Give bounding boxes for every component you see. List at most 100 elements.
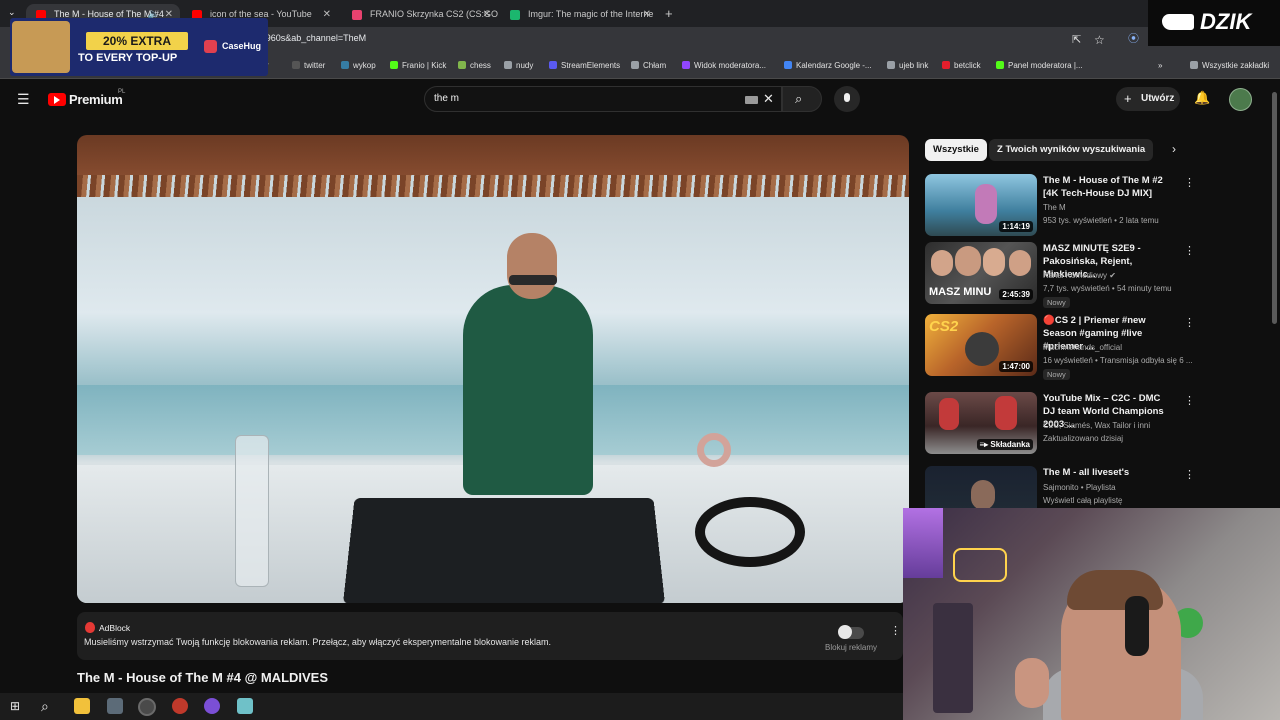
recommendation-item[interactable]: CS2 1:47:00 🔴CS 2 | Priemer #new Season … (925, 314, 1195, 380)
webcam-overlay (903, 508, 1280, 720)
video-title[interactable]: The M - all liveset's (1043, 466, 1175, 479)
taskbar-app-icon[interactable] (172, 698, 188, 714)
notepad-icon[interactable] (237, 698, 253, 714)
more-actions-icon[interactable]: ⋮ (1184, 316, 1195, 329)
bookmark-kalendarz[interactable]: Kalendarz Google -... (784, 61, 872, 70)
search-input[interactable] (424, 86, 782, 112)
bookmark-twitter[interactable]: twitter (292, 61, 325, 70)
plus-icon: + (1124, 91, 1132, 106)
video-thumbnail[interactable]: CS2 1:47:00 (925, 314, 1037, 376)
more-actions-icon[interactable]: ⋮ (1184, 394, 1195, 407)
bookmark-chlam[interactable]: Chłam (631, 61, 666, 70)
video-thumbnail[interactable]: 1:14:19 (925, 174, 1037, 236)
chrome-icon[interactable] (138, 698, 156, 716)
all-bookmarks-folder[interactable]: Wszystkie zakładki (1190, 61, 1269, 70)
bookmark-label: Chłam (643, 61, 667, 70)
taskbar-app-icon[interactable] (204, 698, 220, 714)
bookmark-panel-moderatora[interactable]: Panel moderatora |... (996, 61, 1083, 70)
url-field[interactable]: t=960s&ab_channel=TheM (258, 33, 366, 43)
playlist-icon: ≡▸ (979, 440, 991, 449)
scrollbar[interactable] (1272, 92, 1277, 324)
video-meta: 953 tys. wyświetleń • 2 lata temu (1043, 216, 1159, 225)
file-explorer-icon[interactable] (74, 698, 90, 714)
bookmark-star-icon[interactable]: ☆ (1094, 34, 1105, 46)
bookmark-ujeb-link[interactable]: ujeb link (887, 61, 928, 70)
channel-name[interactable]: Sajmonito • Playlista (1043, 483, 1116, 492)
video-frame-sunglasses (509, 275, 557, 285)
cam-neon-sign (953, 548, 1007, 582)
video-meta: 16 wyświetleń • Transmisja odbyła się 6 … (1043, 356, 1193, 365)
thumbnail-text: MASZ MINU (929, 286, 992, 298)
bookmark-label: betclick (954, 61, 981, 70)
bookmark-betclick[interactable]: betclick (942, 61, 981, 70)
close-tab-icon[interactable]: ✕ (643, 4, 651, 25)
video-thumbnail[interactable]: MASZ MINU 2:45:39 (925, 242, 1037, 304)
adblock-message: Musieliśmy wstrzymać Twoją funkcję bloko… (84, 637, 552, 647)
bookmark-label: Widok moderatora... (694, 61, 767, 70)
tab-imgur[interactable]: Imgur: The magic of the Interne ✕ (500, 4, 658, 27)
clear-search-icon[interactable]: ✕ (763, 92, 774, 105)
recommendation-item[interactable]: MASZ MINU 2:45:39 MASZ MINUTĘ S2E9 - Pak… (925, 242, 1195, 308)
thumbnail-figure (995, 396, 1017, 430)
bookmark-label: StreamElements (561, 61, 621, 70)
verified-check-icon: ✔ (1109, 271, 1116, 280)
play-triangle-icon (54, 96, 60, 104)
tab-franio-skrzynka[interactable]: FRANIO Skrzynka CS2 (CS:GO) ✕ (342, 4, 498, 27)
bookmark-widok-moderatora[interactable]: Widok moderatora... (682, 61, 766, 70)
video-duration: 2:45:39 (999, 289, 1033, 300)
menu-hamburger-icon[interactable]: ☰ (17, 92, 30, 106)
taskbar-app-icon[interactable] (107, 698, 123, 714)
bookmark-label: Franio | Kick (402, 61, 447, 70)
promo-chest-image (12, 21, 70, 73)
avatar[interactable] (1229, 88, 1252, 111)
more-actions-icon[interactable]: ⋮ (1184, 176, 1195, 189)
bookmark-kick[interactable]: Franio | Kick (390, 61, 446, 70)
channel-name[interactable]: C2C, Siamés, Wax Tailor i inni (1043, 421, 1150, 430)
mix-label-text: Składanka (990, 440, 1030, 449)
cam-headset (1125, 596, 1149, 656)
chip-from-search[interactable]: Z Twoich wyników wyszukiwania (989, 139, 1154, 161)
bookmark-wykop[interactable]: wykop (341, 61, 376, 70)
tab-search-icon[interactable]: ⌄ (8, 8, 16, 17)
adblock-hand-icon (85, 622, 95, 633)
recommendation-item[interactable]: 1:14:19 The M - House of The M #2 [4K Te… (925, 174, 1195, 238)
boar-icon (1162, 14, 1194, 30)
chevron-right-icon[interactable]: › (1172, 143, 1176, 155)
thumbnail-face (931, 250, 953, 276)
youtube-premium-logo[interactable]: Premium (69, 92, 123, 107)
new-tab-plus-icon[interactable]: + (665, 7, 673, 20)
taskbar-search-icon[interactable]: ⌕ (41, 699, 49, 713)
more-actions-icon[interactable]: ⋮ (1184, 468, 1195, 481)
channel-name[interactable]: The M (1043, 203, 1066, 212)
video-title: The M - House of The M #4 @ MALDIVES (77, 670, 329, 685)
recommendation-item[interactable]: ≡▸ Składanka YouTube Mix – C2C - DMC DJ … (925, 392, 1195, 456)
close-tab-icon[interactable]: ✕ (323, 4, 331, 25)
video-thumbnail[interactable]: ≡▸ Składanka (925, 392, 1037, 454)
bookmark-label: Panel moderatora |... (1008, 61, 1083, 70)
recommendation-item[interactable]: The M - all liveset's Sajmonito • Playli… (925, 466, 1195, 510)
windows-start-icon[interactable]: ⊞ (10, 700, 20, 712)
video-player[interactable] (77, 135, 909, 603)
extension-icon[interactable]: ⦿ (1128, 34, 1139, 45)
region-code: PL (118, 89, 126, 95)
bookmark-streamelements[interactable]: StreamElements (549, 61, 620, 70)
more-actions-icon[interactable]: ⋮ (1184, 244, 1195, 257)
close-tab-icon[interactable]: ✕ (483, 4, 491, 25)
video-title[interactable]: The M - House of The M #2 [4K Tech-House… (1043, 174, 1175, 200)
tab-title: Imgur: The magic of the Interne (528, 9, 654, 19)
bookmark-chess[interactable]: chess (458, 61, 491, 70)
video-meta: 7,7 tys. wyświetleń • 54 minuty temu (1043, 284, 1172, 293)
bookmark-nudy[interactable]: nudy (504, 61, 533, 70)
view-playlist-link[interactable]: Wyświetl całą playlistę (1043, 496, 1123, 505)
keyboard-icon[interactable] (745, 96, 758, 104)
install-app-icon[interactable]: ⇱ (1072, 35, 1081, 46)
more-options-icon[interactable]: ⋮ (890, 626, 901, 637)
promo-headline: 20% EXTRA (86, 32, 188, 50)
channel-name[interactable]: Machinehands_official (1043, 343, 1122, 352)
more-bookmarks-icon[interactable]: » (1158, 61, 1162, 70)
video-thumbnail[interactable] (925, 466, 1037, 510)
notifications-bell-icon[interactable]: 🔔 (1194, 91, 1210, 104)
channel-name[interactable]: Kanał Komediowy ✔ (1043, 271, 1116, 280)
thumbnail-text: CS2 (929, 318, 959, 335)
chip-all[interactable]: Wszystkie (925, 139, 987, 161)
